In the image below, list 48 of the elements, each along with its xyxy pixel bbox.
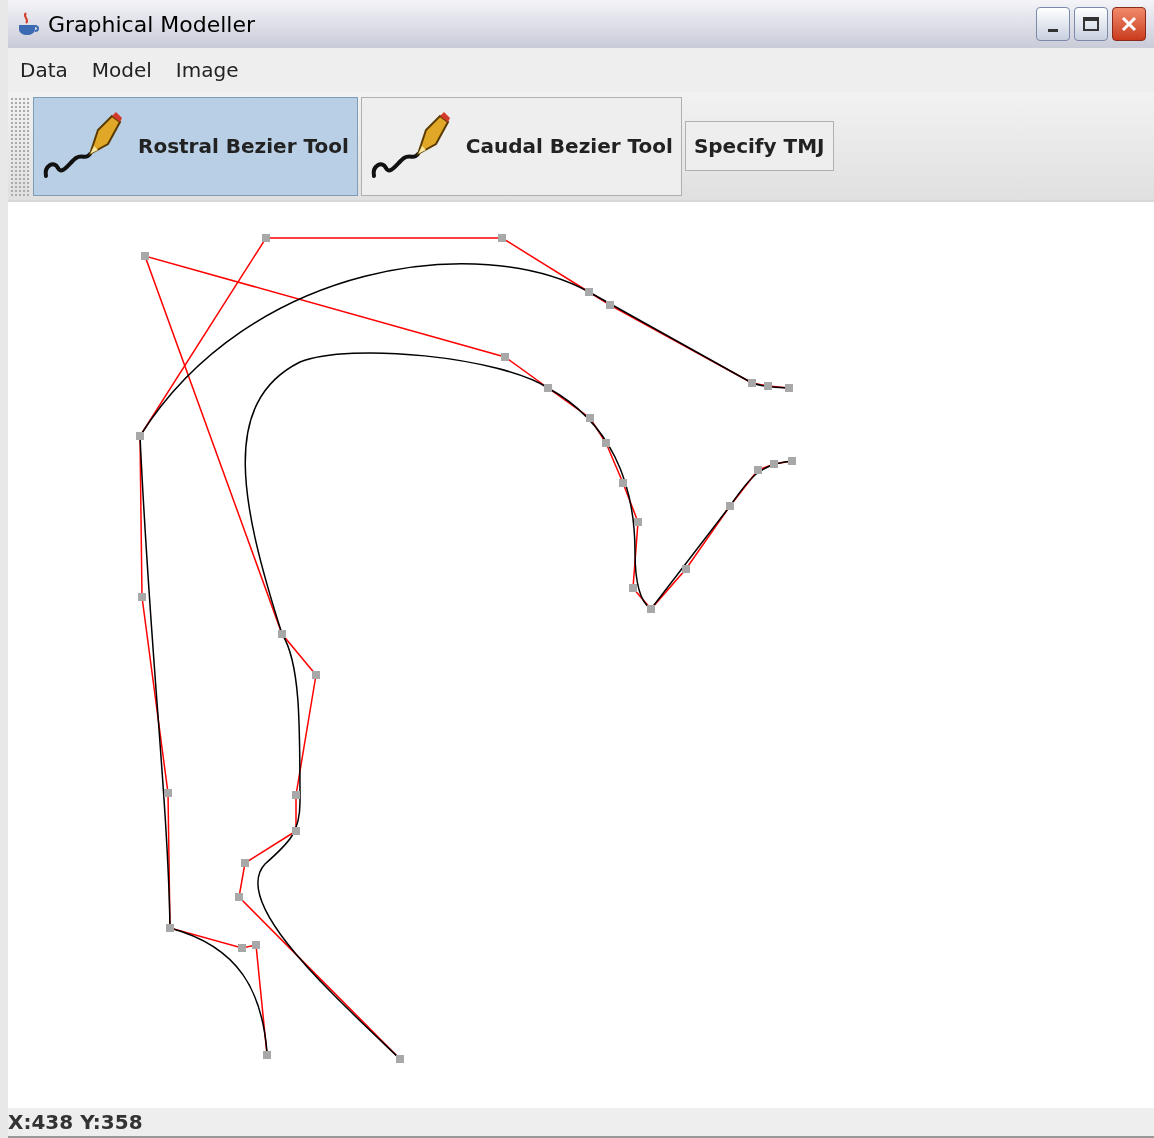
control-point[interactable] xyxy=(164,789,172,797)
control-point[interactable] xyxy=(262,234,270,242)
control-point[interactable] xyxy=(785,384,793,392)
control-point[interactable] xyxy=(278,630,286,638)
control-point[interactable] xyxy=(754,466,762,474)
control-point[interactable] xyxy=(682,565,690,573)
control-point[interactable] xyxy=(788,457,796,465)
control-point[interactable] xyxy=(312,671,320,679)
control-point[interactable] xyxy=(501,353,509,361)
control-point[interactable] xyxy=(585,288,593,296)
control-point[interactable] xyxy=(619,479,627,487)
control-point[interactable] xyxy=(292,791,300,799)
coffee-cup-icon xyxy=(16,11,40,37)
menu-item[interactable]: Model xyxy=(91,55,152,85)
control-point[interactable] xyxy=(141,252,149,260)
control-point[interactable] xyxy=(241,859,249,867)
minimize-button[interactable] xyxy=(1036,7,1070,41)
control-point[interactable] xyxy=(606,301,614,309)
tool-button[interactable]: Caudal Bezier Tool xyxy=(360,96,682,196)
window-title: Graphical Modeller xyxy=(48,10,256,39)
control-point[interactable] xyxy=(263,1051,271,1059)
control-point[interactable] xyxy=(602,439,610,447)
control-point[interactable] xyxy=(238,944,246,952)
control-point[interactable] xyxy=(634,518,642,526)
control-point[interactable] xyxy=(292,827,300,835)
menu-item[interactable]: Image xyxy=(175,55,239,85)
control-point[interactable] xyxy=(396,1055,404,1063)
control-point[interactable] xyxy=(764,382,772,390)
status-text: X:438 Y:358 xyxy=(8,1109,143,1136)
control-point[interactable] xyxy=(748,379,756,387)
control-point[interactable] xyxy=(544,384,552,392)
menu-item[interactable]: Data xyxy=(20,55,68,85)
control-point[interactable] xyxy=(770,460,778,468)
specify-button[interactable]: Specify TMJ xyxy=(684,121,834,171)
close-icon xyxy=(1120,15,1138,33)
control-point[interactable] xyxy=(629,584,637,592)
control-point[interactable] xyxy=(138,593,146,601)
control-point[interactable] xyxy=(647,605,655,613)
control-point[interactable] xyxy=(252,941,260,949)
tool-button[interactable]: Rostral Bezier Tool xyxy=(33,96,358,196)
control-point[interactable] xyxy=(166,924,174,932)
maximize-button[interactable] xyxy=(1074,7,1108,41)
control-point[interactable] xyxy=(136,432,144,440)
control-point[interactable] xyxy=(498,234,506,242)
control-point[interactable] xyxy=(586,414,594,422)
control-point[interactable] xyxy=(726,502,734,510)
control-point[interactable] xyxy=(235,893,243,901)
close-button[interactable] xyxy=(1112,7,1146,41)
